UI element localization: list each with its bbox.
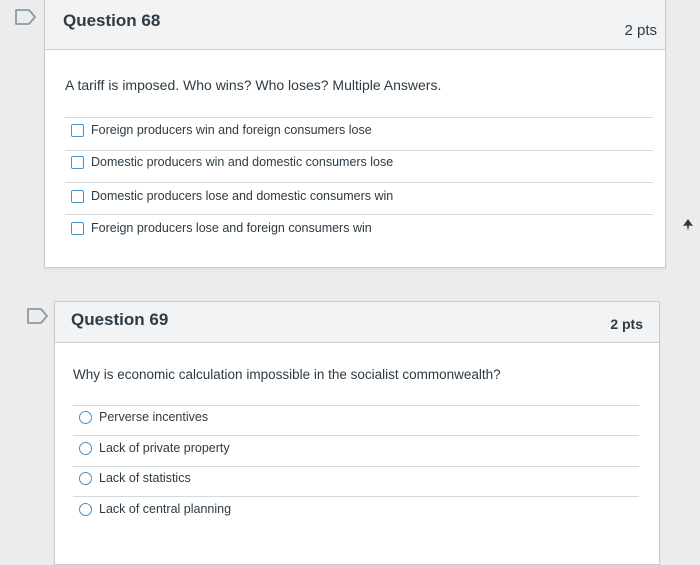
answer-label: Perverse incentives [99, 410, 209, 424]
question-text: Why is economic calculation impossible i… [73, 367, 501, 382]
answer-radio[interactable] [79, 441, 92, 455]
answer-option[interactable]: Domestic producers win and domestic cons… [71, 155, 393, 169]
answer-label: Lack of statistics [99, 471, 191, 485]
answer-option[interactable]: Perverse incentives [79, 410, 208, 424]
question-card: Question 68 2 pts A tariff is imposed. W… [44, 0, 666, 268]
answer-label: Foreign producers win and foreign consum… [91, 123, 372, 137]
answer-option[interactable]: Foreign producers win and foreign consum… [71, 123, 372, 137]
mouse-pointer-icon [683, 219, 693, 231]
answer-option[interactable]: Lack of private property [79, 441, 230, 455]
question-card: Question 69 2 pts Why is economic calcul… [54, 301, 660, 565]
flag-question-icon[interactable] [14, 8, 38, 26]
flag-question-icon[interactable] [26, 307, 50, 325]
divider [73, 435, 639, 436]
question-header: Question 68 2 pts [45, 0, 665, 50]
answer-label: Lack of private property [99, 441, 230, 455]
answer-checkbox[interactable] [71, 123, 84, 137]
answer-checkbox[interactable] [71, 189, 84, 203]
answer-option[interactable]: Foreign producers lose and foreign consu… [71, 221, 372, 235]
answer-label: Domestic producers win and domestic cons… [91, 155, 394, 169]
answer-option[interactable]: Lack of statistics [79, 471, 191, 485]
question-points: 2 pts [610, 316, 643, 332]
divider [65, 214, 653, 215]
question-title: Question 68 [63, 11, 161, 30]
divider [73, 405, 639, 406]
divider [65, 150, 653, 151]
answer-radio[interactable] [79, 410, 92, 424]
answer-label: Domestic producers lose and domestic con… [91, 189, 394, 203]
question-text: A tariff is imposed. Who wins? Who loses… [65, 77, 442, 93]
answer-radio[interactable] [79, 502, 92, 516]
answer-option[interactable]: Lack of central planning [79, 502, 231, 516]
question-title: Question 69 [71, 310, 169, 329]
answer-checkbox[interactable] [71, 221, 84, 235]
answer-radio[interactable] [79, 471, 92, 485]
answer-checkbox[interactable] [71, 155, 84, 169]
question-header: Question 69 2 pts [55, 302, 659, 343]
answer-option[interactable]: Domestic producers lose and domestic con… [71, 189, 393, 203]
answer-label: Lack of central planning [99, 502, 232, 516]
answer-label: Foreign producers lose and foreign consu… [91, 221, 372, 235]
question-points: 2 pts [624, 22, 657, 39]
divider [73, 496, 639, 497]
divider [73, 466, 639, 467]
divider [65, 182, 653, 183]
divider [65, 117, 653, 118]
